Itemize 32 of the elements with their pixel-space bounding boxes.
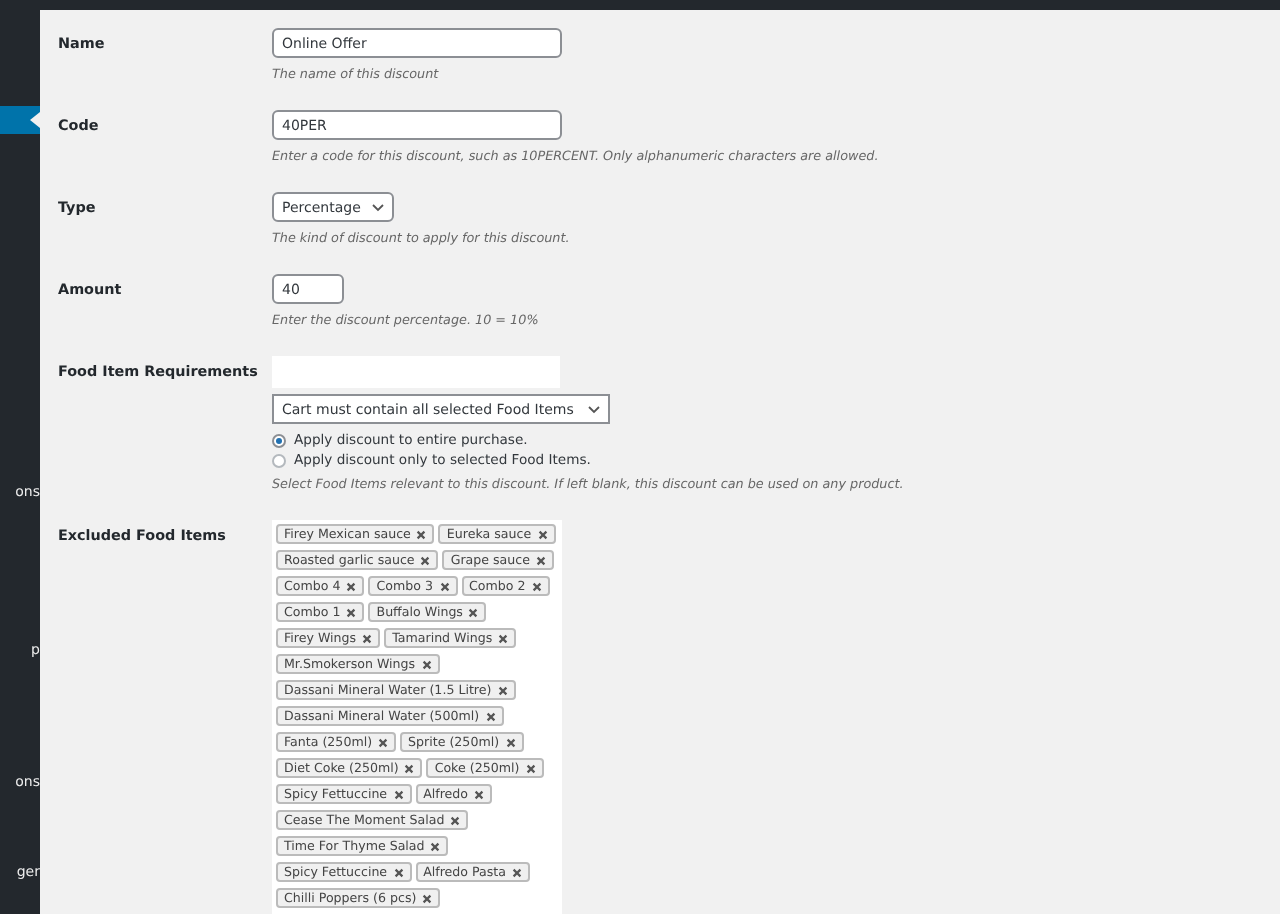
remove-icon[interactable]: [537, 529, 548, 539]
remove-icon[interactable]: [346, 607, 357, 617]
remove-icon[interactable]: [531, 581, 542, 591]
remove-icon[interactable]: [497, 685, 508, 695]
remove-icon[interactable]: [378, 737, 389, 747]
remove-icon[interactable]: [535, 555, 546, 565]
remove-icon[interactable]: [416, 529, 427, 539]
remove-icon[interactable]: [346, 581, 357, 591]
remove-icon[interactable]: [512, 867, 522, 877]
sidebar-item[interactable]: [0, 106, 40, 134]
remove-icon[interactable]: [450, 815, 461, 825]
remove-icon[interactable]: [498, 633, 509, 643]
remove-icon[interactable]: [485, 711, 496, 721]
remove-icon[interactable]: [505, 737, 516, 747]
remove-icon[interactable]: [474, 789, 485, 799]
remove-icon[interactable]: [393, 789, 404, 799]
remove-icon[interactable]: [421, 659, 432, 669]
remove-icon[interactable]: [422, 893, 433, 903]
remove-icon[interactable]: [439, 581, 449, 591]
radio-button[interactable]: [272, 453, 286, 467]
remove-icon[interactable]: [404, 763, 415, 773]
radio-button[interactable]: [272, 433, 286, 447]
chevron-down-icon: [588, 405, 600, 413]
remove-icon[interactable]: [468, 607, 479, 617]
remove-icon[interactable]: [420, 555, 431, 565]
chevron-down-icon: [372, 203, 385, 211]
tag-field[interactable]: [272, 520, 562, 914]
remove-icon[interactable]: [430, 841, 441, 851]
remove-icon[interactable]: [362, 633, 373, 643]
remove-icon[interactable]: [525, 763, 536, 773]
current-pointer-icon: [30, 112, 40, 128]
remove-icon[interactable]: [393, 867, 404, 877]
